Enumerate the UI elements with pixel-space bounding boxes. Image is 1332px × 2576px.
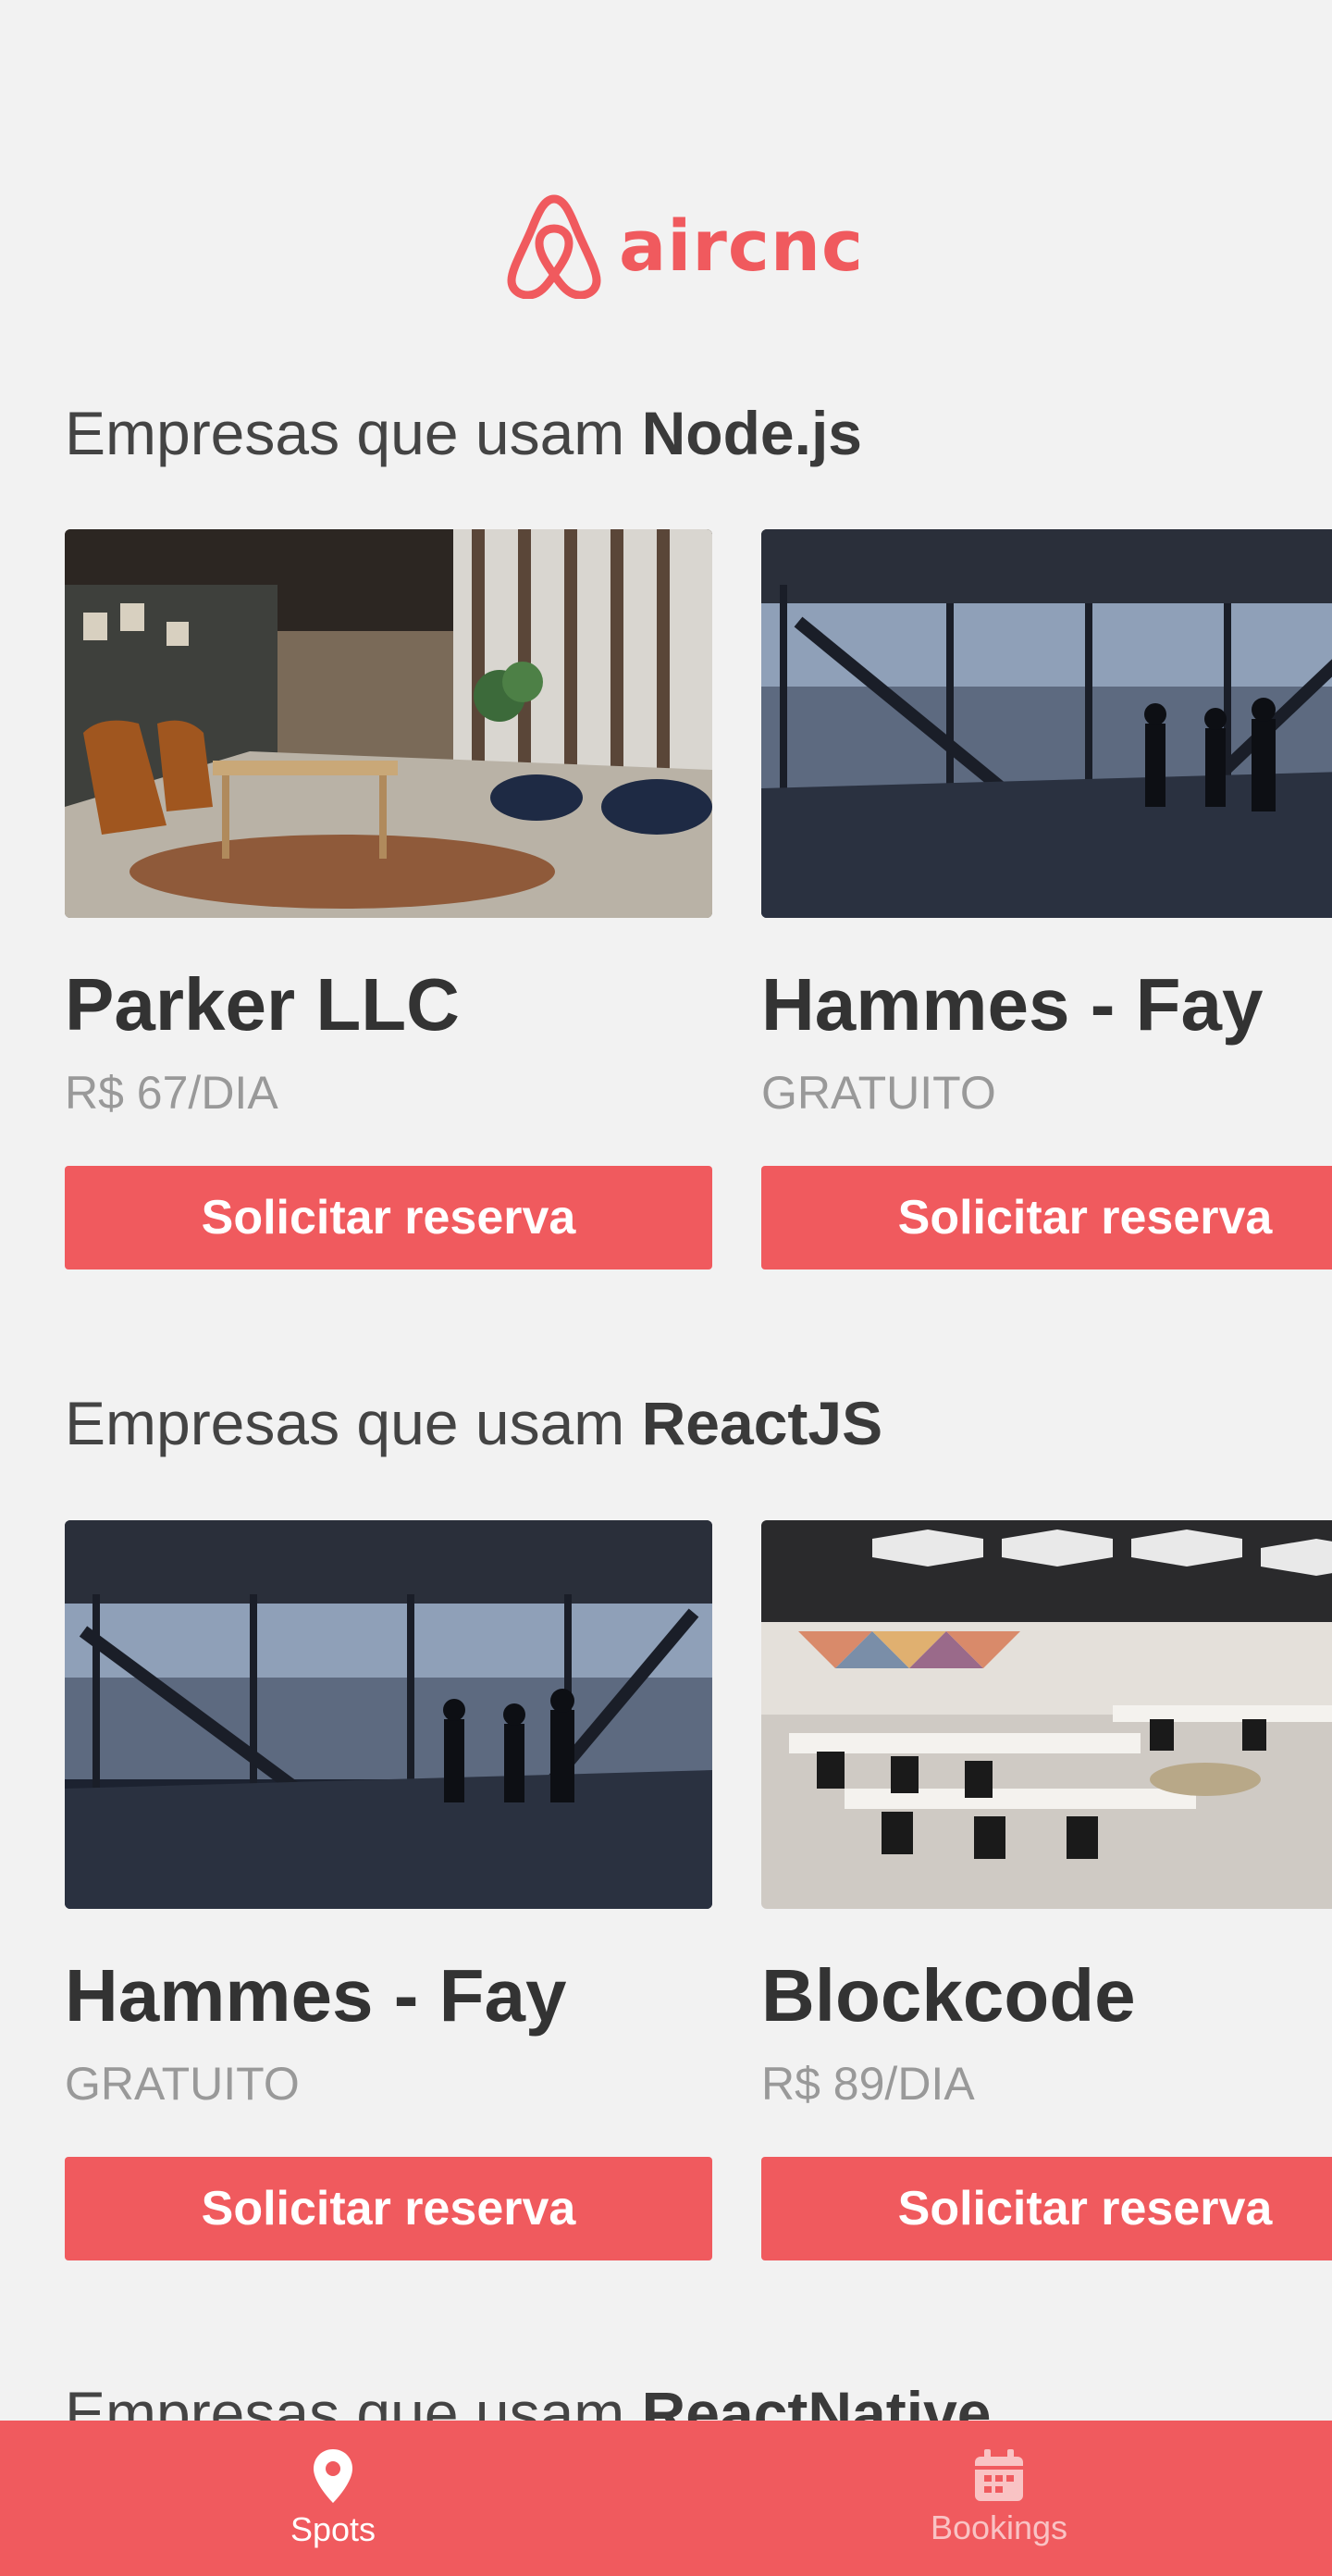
tab-bookings[interactable]: Bookings bbox=[666, 2421, 1332, 2576]
section-title-nodejs: Empresas que usam Node.js bbox=[65, 398, 862, 468]
coworking-lounge-photo bbox=[65, 529, 712, 918]
spot-price: GRATUITO bbox=[65, 2058, 300, 2110]
request-booking-button[interactable]: Solicitar reserva bbox=[761, 2157, 1332, 2260]
office-window-silhouettes-photo bbox=[65, 1520, 712, 1909]
logo-text: aircnc bbox=[619, 204, 865, 287]
request-booking-button[interactable]: Solicitar reserva bbox=[65, 2157, 712, 2260]
map-pin-icon bbox=[314, 2449, 352, 2503]
spot-list-reactjs[interactable]: Hammes - Fay GRATUITO Solicitar reserva bbox=[65, 1520, 1332, 2334]
bottom-tab-bar: Spots Bookings bbox=[0, 2421, 1332, 2576]
office-window-silhouettes-photo bbox=[761, 529, 1332, 918]
section-title-prefix: Empresas que usam bbox=[65, 1389, 642, 1457]
spot-name: Parker LLC bbox=[65, 963, 460, 1046]
spot-price: R$ 89/DIA bbox=[761, 2058, 975, 2110]
airbnb-belo-icon bbox=[507, 194, 601, 299]
spot-card: Parker LLC R$ 67/DIA Solicitar reserva bbox=[65, 529, 712, 1269]
spot-price: GRATUITO bbox=[761, 1067, 996, 1119]
spot-price: R$ 67/DIA bbox=[65, 1067, 278, 1119]
section-tech: ReactJS bbox=[641, 1389, 883, 1457]
tab-label: Bookings bbox=[930, 2508, 1068, 2546]
open-plan-office-photo bbox=[761, 1520, 1332, 1909]
tab-spots[interactable]: Spots bbox=[0, 2421, 666, 2576]
calendar-icon bbox=[975, 2449, 1023, 2501]
spot-card: Blockcode R$ 89/DIA Solicitar reserva bbox=[761, 1520, 1332, 2260]
tab-label: Spots bbox=[290, 2510, 376, 2548]
section-tech: Node.js bbox=[641, 399, 863, 467]
spot-name: Hammes - Fay bbox=[65, 1954, 567, 2037]
request-booking-button[interactable]: Solicitar reserva bbox=[65, 1166, 712, 1269]
section-title-prefix: Empresas que usam bbox=[65, 399, 642, 467]
spot-card: Hammes - Fay GRATUITO Solicitar reserva bbox=[761, 529, 1332, 1269]
request-booking-button[interactable]: Solicitar reserva bbox=[761, 1166, 1332, 1269]
spot-name: Hammes - Fay bbox=[761, 963, 1264, 1046]
spot-list-nodejs[interactable]: Parker LLC R$ 67/DIA Solicitar reserva H… bbox=[65, 529, 1332, 1344]
app-logo: aircnc bbox=[504, 190, 864, 301]
spot-card: Hammes - Fay GRATUITO Solicitar reserva bbox=[65, 1520, 712, 2260]
section-title-reactjs: Empresas que usam ReactJS bbox=[65, 1388, 882, 1458]
spot-name: Blockcode bbox=[761, 1954, 1136, 2037]
